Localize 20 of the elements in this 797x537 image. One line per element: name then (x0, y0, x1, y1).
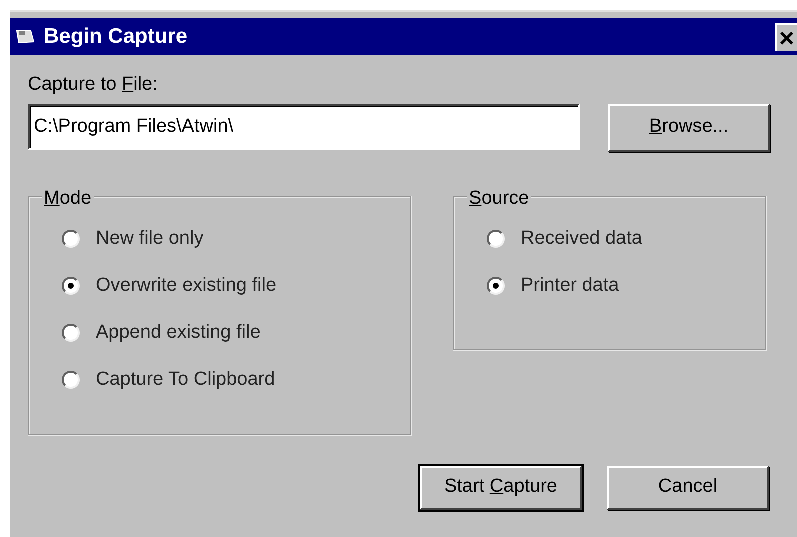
dialog-button[interactable]: Start Capture (420, 466, 582, 510)
radio-option[interactable]: Overwrite existing file (62, 262, 277, 310)
radio-button[interactable] (487, 230, 505, 248)
file-path-field[interactable]: C:\Program Files\Atwin\ (28, 104, 580, 150)
radio-option[interactable]: Capture To Clipboard (62, 356, 276, 404)
radio-button[interactable] (62, 371, 80, 389)
window-icon (16, 28, 36, 44)
dialog-button[interactable]: Cancel (607, 466, 769, 510)
window-title: Begin Capture (44, 24, 188, 50)
radio-button[interactable] (62, 230, 80, 248)
radio-option[interactable]: Received data (487, 216, 642, 262)
radio-option[interactable]: Printer data (487, 262, 620, 310)
close-button[interactable]: × (775, 22, 797, 50)
browse-button[interactable]: Browse... (608, 104, 770, 152)
radio-option[interactable]: Append existing file (62, 310, 261, 356)
radio-button[interactable] (62, 277, 80, 295)
field-label: Capture to File: (28, 73, 159, 97)
radio-button[interactable] (487, 277, 505, 295)
radio-button[interactable] (62, 324, 80, 342)
radio-option[interactable]: New file only (62, 216, 204, 262)
